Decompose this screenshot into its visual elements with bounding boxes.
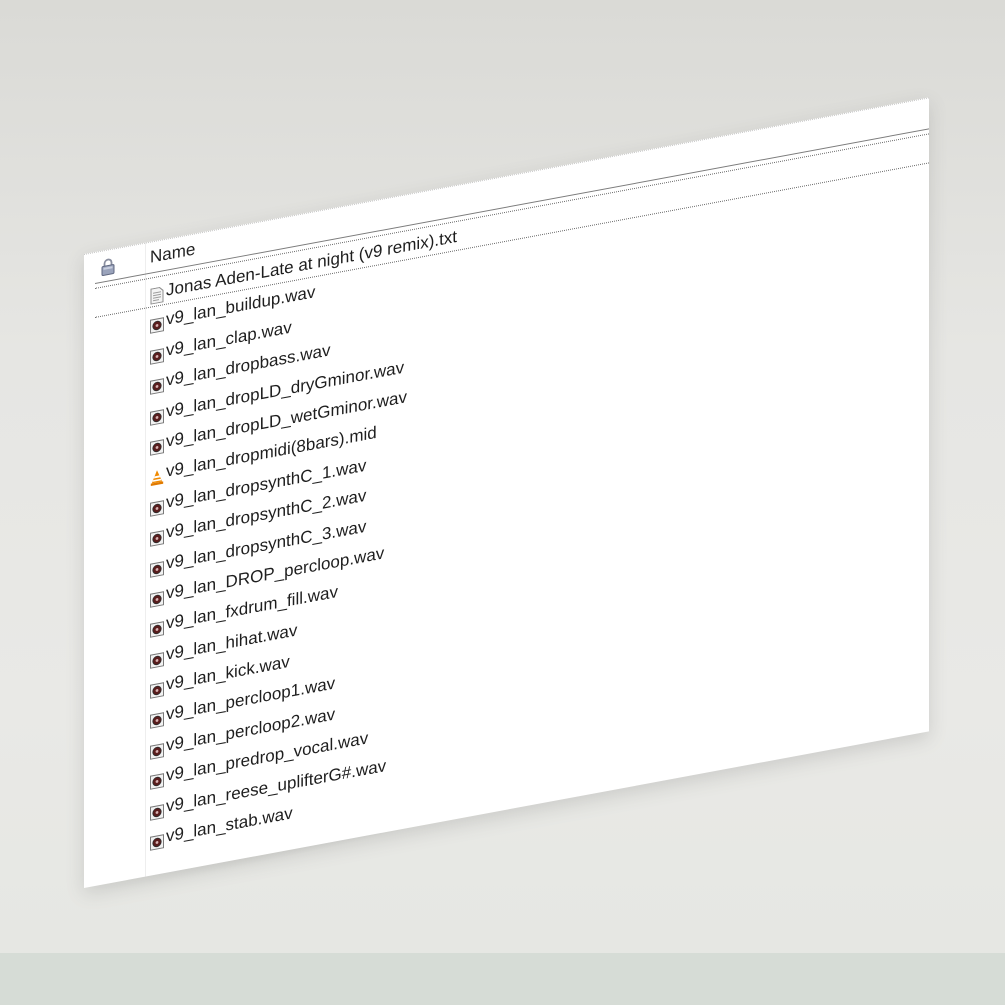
- wav-file-icon: [150, 738, 164, 760]
- wav-file-icon: [150, 525, 164, 547]
- name-column-header[interactable]: Name: [150, 239, 195, 267]
- file-list-panel: Name Jonas Aden-Late at night (v9 remix)…: [84, 97, 929, 889]
- wav-file-icon: [150, 586, 164, 608]
- wav-file-icon: [150, 708, 164, 730]
- wav-file-icon: [150, 373, 164, 395]
- wav-file-icon: [150, 647, 164, 669]
- wav-file-icon: [150, 556, 164, 578]
- wav-file-icon: [150, 313, 164, 335]
- vlc-cone-icon: [150, 465, 164, 487]
- wav-file-icon: [150, 799, 164, 821]
- wav-file-icon: [150, 677, 164, 699]
- floor-band: [0, 953, 1005, 1005]
- wav-file-icon: [150, 495, 164, 517]
- file-list: Jonas Aden-Late at night (v9 remix).txt v…: [84, 133, 929, 867]
- lock-icon: [101, 258, 115, 276]
- wav-file-icon: [150, 616, 164, 639]
- wav-file-icon: [150, 343, 164, 365]
- text-file-icon: [150, 282, 164, 305]
- wav-file-icon: [150, 404, 164, 426]
- wav-file-icon: [150, 434, 164, 456]
- wav-file-icon: [150, 829, 164, 851]
- wav-file-icon: [150, 768, 164, 791]
